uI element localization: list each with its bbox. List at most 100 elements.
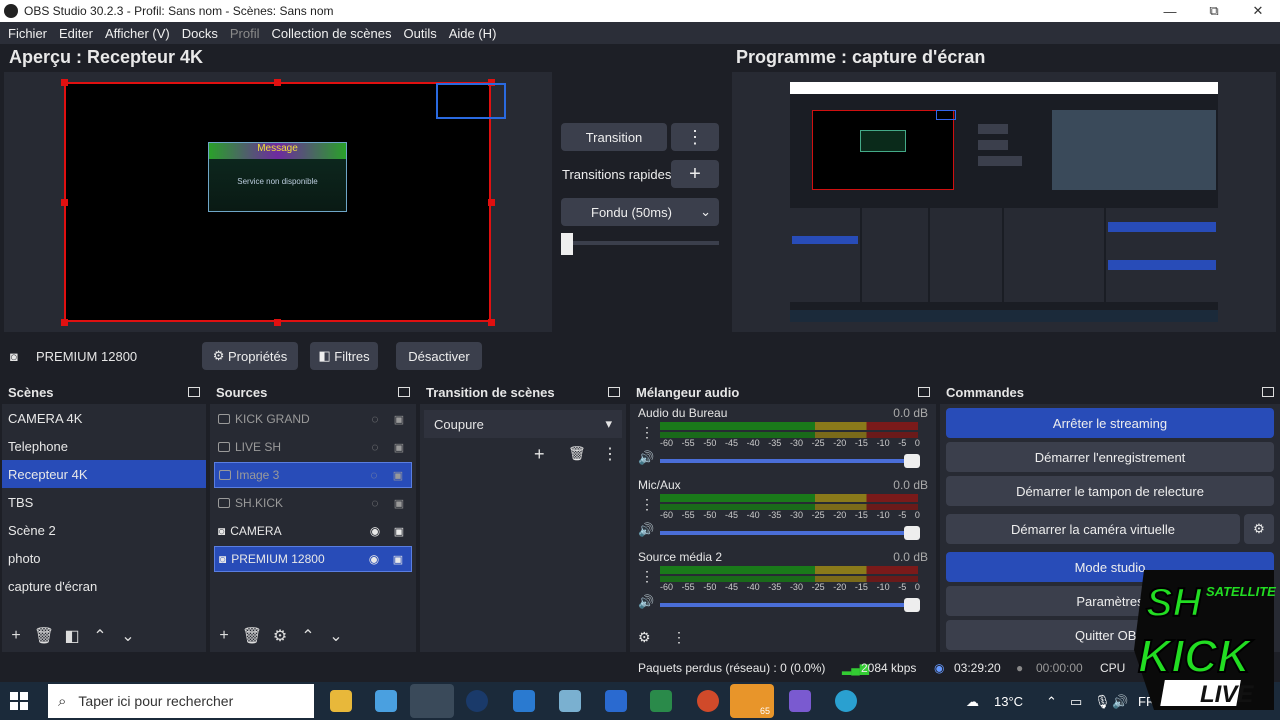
scene-item[interactable]: Scène 2 bbox=[2, 516, 206, 544]
filters-button[interactable]: ◧ Filtres bbox=[310, 342, 378, 370]
app-icon[interactable] bbox=[789, 690, 811, 712]
calculator-icon[interactable] bbox=[605, 690, 627, 712]
preview-panel[interactable]: Message Service non disponible bbox=[4, 72, 552, 332]
arrow-up-icon[interactable]: ⌃ bbox=[86, 626, 114, 646]
add-icon[interactable]: + bbox=[534, 444, 545, 465]
add-icon[interactable]: + bbox=[2, 627, 30, 645]
start-recording-button[interactable]: Démarrer l'enregistrement bbox=[946, 442, 1274, 472]
scene-item[interactable]: Telephone bbox=[2, 432, 206, 460]
app-icon[interactable] bbox=[559, 690, 581, 712]
gear-icon[interactable]: ⚙ bbox=[1244, 514, 1274, 544]
windows-start-icon[interactable] bbox=[10, 692, 28, 710]
add-quick-transition-button[interactable]: + bbox=[671, 160, 719, 188]
start-virtual-camera-button[interactable]: Démarrer la caméra virtuelle bbox=[946, 514, 1240, 544]
speaker-icon[interactable]: 🔊 bbox=[638, 450, 654, 466]
slider-knob[interactable] bbox=[904, 598, 920, 612]
eye-hidden-icon[interactable]: ◌ bbox=[368, 440, 382, 454]
eye-hidden-icon[interactable]: ◌ bbox=[368, 496, 382, 510]
properties-button[interactable]: ⚙ Propriétés bbox=[202, 342, 298, 370]
gear-icon[interactable]: ⚙ bbox=[638, 629, 651, 646]
lock-icon[interactable]: ▣ bbox=[391, 553, 405, 566]
eye-hidden-icon[interactable]: ◌ bbox=[368, 412, 382, 426]
menu-fichier[interactable]: Fichier bbox=[2, 26, 53, 41]
source-item[interactable]: ◙ PREMIUM 12800 ◉ ▣ bbox=[214, 546, 412, 572]
undock-icon[interactable] bbox=[188, 387, 200, 397]
scene-item[interactable]: TBS bbox=[2, 488, 206, 516]
lock-icon[interactable]: ▣ bbox=[391, 469, 405, 482]
tbar-track[interactable] bbox=[561, 241, 719, 245]
more-icon[interactable]: ⋮ bbox=[640, 496, 654, 513]
speaker-icon[interactable]: 🔊 bbox=[638, 594, 654, 610]
scene-item[interactable]: CAMERA 4K bbox=[2, 404, 206, 432]
scene-item[interactable]: Recepteur 4K bbox=[2, 460, 206, 488]
volume-slider[interactable] bbox=[660, 598, 920, 612]
resize-handle[interactable] bbox=[488, 199, 495, 206]
close-button[interactable]: ✕ bbox=[1236, 3, 1280, 19]
trash-icon[interactable]: 🗑 bbox=[30, 626, 58, 646]
lock-icon[interactable]: ▣ bbox=[392, 525, 406, 538]
undock-icon[interactable] bbox=[398, 387, 410, 397]
resize-handle[interactable] bbox=[61, 79, 68, 86]
chrome-icon[interactable] bbox=[697, 690, 719, 712]
file-explorer-icon[interactable] bbox=[330, 690, 352, 712]
more-icon[interactable]: ⋮ bbox=[602, 444, 618, 464]
source-item[interactable]: KICK GRAND ◌ ▣ bbox=[214, 406, 412, 432]
slider-knob[interactable] bbox=[904, 454, 920, 468]
deactivate-button[interactable]: Désactiver bbox=[396, 342, 482, 370]
menu-outils[interactable]: Outils bbox=[397, 26, 442, 41]
eye-hidden-icon[interactable]: ◌ bbox=[367, 468, 381, 482]
source-item[interactable]: SH.KICK ◌ ▣ bbox=[214, 490, 412, 516]
transition-button[interactable]: Transition bbox=[561, 123, 667, 151]
start-replay-buffer-button[interactable]: Démarrer le tampon de relecture bbox=[946, 476, 1274, 506]
eye-icon[interactable]: ◉ bbox=[368, 524, 382, 538]
microphone-icon[interactable]: 🎙 bbox=[1094, 694, 1111, 710]
minimize-button[interactable]: — bbox=[1148, 4, 1192, 19]
filter-icon[interactable]: ◧ bbox=[58, 626, 86, 646]
transition-menu-button[interactable]: ⋮ bbox=[671, 123, 719, 151]
menu-aide[interactable]: Aide (H) bbox=[443, 26, 503, 41]
taskbar-search[interactable]: ⌕ Taper ici pour rechercher bbox=[48, 684, 314, 718]
resize-handle[interactable] bbox=[61, 319, 68, 326]
scene-transition-select[interactable]: Coupure ▾ bbox=[424, 410, 622, 438]
speaker-icon[interactable]: 🔊 bbox=[638, 522, 654, 538]
menu-docks[interactable]: Docks bbox=[176, 26, 224, 41]
menu-collection[interactable]: Collection de scènes bbox=[266, 26, 398, 41]
source-item[interactable]: ◙ CAMERA ◉ ▣ bbox=[214, 518, 412, 544]
menu-editer[interactable]: Editer bbox=[53, 26, 99, 41]
undock-icon[interactable] bbox=[1262, 387, 1274, 397]
weather-icon[interactable]: ☁ bbox=[966, 694, 979, 710]
network-icon[interactable]: ▭ bbox=[1070, 694, 1082, 710]
arrow-down-icon[interactable]: ⌄ bbox=[114, 626, 142, 646]
store-icon[interactable] bbox=[375, 690, 397, 712]
trash-icon[interactable]: 🗑 bbox=[568, 445, 586, 462]
source-item[interactable]: LIVE SH ◌ ▣ bbox=[214, 434, 412, 460]
stop-streaming-button[interactable]: Arrêter le streaming bbox=[946, 408, 1274, 438]
lock-icon[interactable]: ▣ bbox=[392, 441, 406, 454]
source-bounding-box[interactable] bbox=[436, 83, 506, 119]
resize-handle[interactable] bbox=[488, 319, 495, 326]
menu-afficher[interactable]: Afficher (V) bbox=[99, 26, 176, 41]
gear-icon[interactable]: ⚙ bbox=[266, 626, 294, 646]
maximize-button[interactable]: ⧉ bbox=[1192, 3, 1236, 19]
app-icon[interactable] bbox=[650, 690, 672, 712]
lock-icon[interactable]: ▣ bbox=[392, 497, 406, 510]
arrow-down-icon[interactable]: ⌄ bbox=[322, 626, 350, 646]
resize-handle[interactable] bbox=[274, 79, 281, 86]
chevron-up-icon[interactable]: ⌃ bbox=[1046, 694, 1057, 710]
tbar-handle[interactable] bbox=[561, 233, 573, 255]
slider-knob[interactable] bbox=[904, 526, 920, 540]
transition-select[interactable]: Fondu (50ms) ⌄ bbox=[561, 198, 719, 226]
volume-slider[interactable] bbox=[660, 526, 920, 540]
volume-slider[interactable] bbox=[660, 454, 920, 468]
menu-profil[interactable]: Profil bbox=[224, 26, 266, 41]
undock-icon[interactable] bbox=[918, 387, 930, 397]
more-icon[interactable]: ⋮ bbox=[640, 568, 654, 585]
add-icon[interactable]: + bbox=[210, 627, 238, 645]
app-icon[interactable] bbox=[513, 690, 535, 712]
edge-icon[interactable] bbox=[835, 690, 857, 712]
more-icon[interactable]: ⋮ bbox=[640, 424, 654, 441]
scene-item[interactable]: photo bbox=[2, 544, 206, 572]
resize-handle[interactable] bbox=[61, 199, 68, 206]
resize-handle[interactable] bbox=[274, 319, 281, 326]
scene-item[interactable]: capture d'écran bbox=[2, 572, 206, 600]
